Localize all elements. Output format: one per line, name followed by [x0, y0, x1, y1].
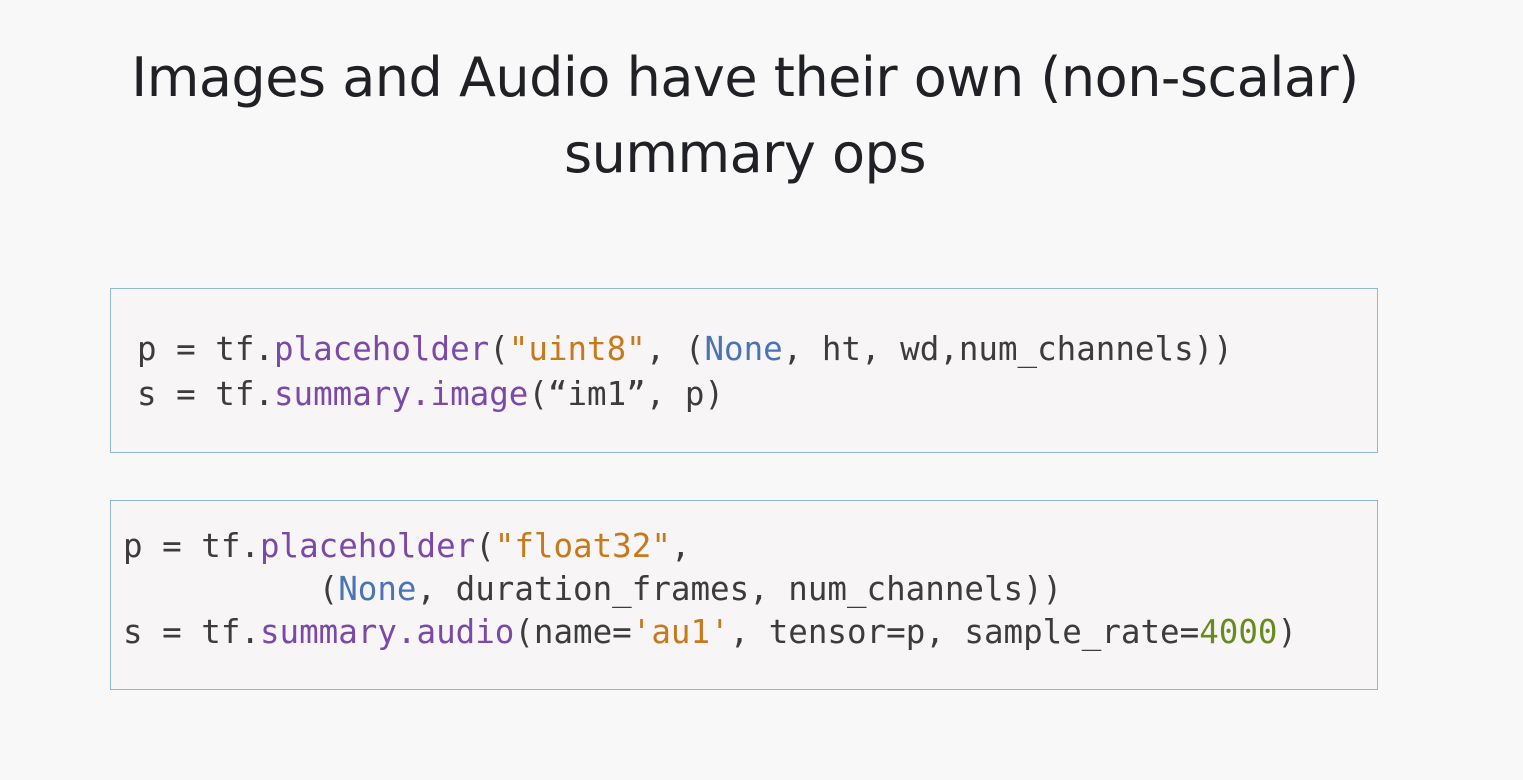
title-line-1: Images and Audio have their own (non-sca…	[131, 46, 1359, 109]
code-function: summary.image	[273, 375, 529, 413]
code-token: , duration_frames, num_channels))	[416, 570, 1063, 608]
code-text: p = tf.placeholder("uint8", (None, ht, w…	[137, 327, 1233, 417]
code-token: (	[123, 570, 339, 608]
code-token: (“im1”, p)	[528, 375, 725, 413]
title-line-2: summary ops	[564, 122, 926, 185]
code-token: , tensor=p, sample_rate=	[729, 613, 1200, 651]
code-token: s = tf.	[123, 613, 260, 651]
code-token: s = tf.	[137, 375, 274, 413]
slide: Images and Audio have their own (non-sca…	[0, 0, 1523, 780]
slide-title: Images and Audio have their own (non-sca…	[60, 40, 1430, 192]
code-text: p = tf.placeholder("float32", (None, dur…	[123, 525, 1297, 654]
code-function: placeholder	[273, 330, 490, 368]
code-line-1: p = tf.placeholder("uint8", (None, ht, w…	[137, 330, 1233, 368]
code-keyword: None	[704, 330, 783, 368]
code-token: , ht, wd,num_channels))	[782, 330, 1233, 368]
code-keyword: None	[338, 570, 417, 608]
code-token: p = tf.	[123, 527, 260, 565]
code-line-2: s = tf.summary.image(“im1”, p)	[137, 375, 724, 413]
code-line-2: (None, duration_frames, num_channels))	[123, 570, 1063, 608]
code-string: 'au1'	[631, 613, 730, 651]
code-function: placeholder	[259, 527, 476, 565]
code-token: , (	[645, 330, 705, 368]
code-block-audio-summary: p = tf.placeholder("float32", (None, dur…	[110, 500, 1378, 690]
code-token: (	[489, 330, 509, 368]
code-number: 4000	[1199, 613, 1278, 651]
code-token: )	[1277, 613, 1298, 651]
code-token: (	[475, 527, 495, 565]
code-string: "uint8"	[508, 330, 646, 368]
code-string: "float32"	[494, 527, 671, 565]
code-token: (name=	[514, 613, 632, 651]
code-block-image-summary: p = tf.placeholder("uint8", (None, ht, w…	[110, 288, 1378, 453]
code-line-3: s = tf.summary.audio(name='au1', tensor=…	[123, 613, 1297, 651]
code-token: p = tf.	[137, 330, 274, 368]
code-line-1: p = tf.placeholder("float32",	[123, 527, 690, 565]
code-token: ,	[670, 527, 691, 565]
code-function: summary.audio	[259, 613, 515, 651]
